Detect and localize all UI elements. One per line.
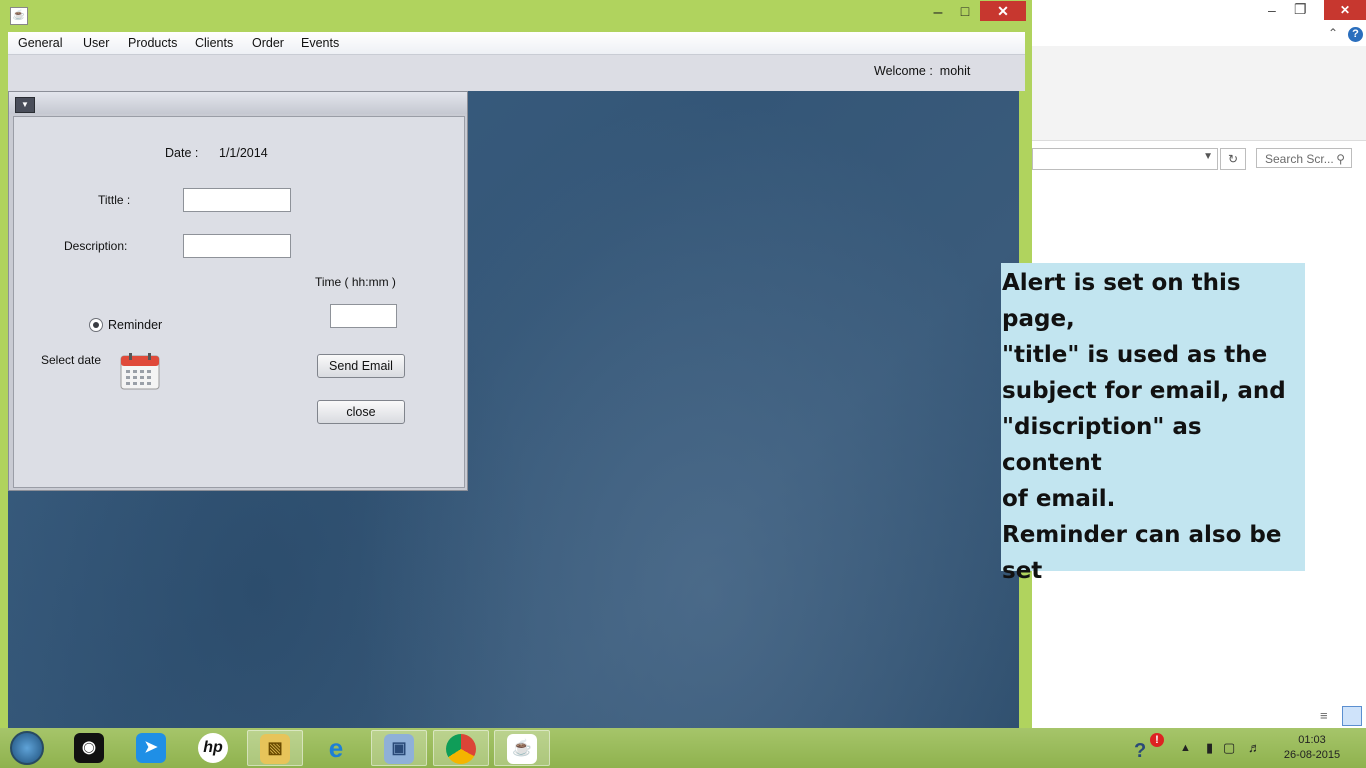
explorer-ribbon-tabs: ⌃ ? <box>1032 24 1366 47</box>
menu-products[interactable]: Products <box>128 36 177 50</box>
taskbar-virtualbox[interactable]: ▣ <box>371 730 427 766</box>
minimize-icon[interactable]: – <box>1268 2 1276 18</box>
reminder-label: Reminder <box>108 318 163 332</box>
action-center-icon[interactable]: ? <box>1134 740 1146 763</box>
event-internal-frame: ▼ Date : 1/1/2014 Tittle : Description: … <box>8 91 468 491</box>
close-button[interactable]: ✕ <box>980 1 1026 21</box>
chevron-up-icon[interactable]: ⌃ <box>1328 26 1338 40</box>
date-value: 1/1/2014 <box>219 146 268 160</box>
hp-icon: hp <box>198 733 228 763</box>
welcome-bar <box>8 55 1025 91</box>
minimize-button[interactable]: – <box>925 4 951 22</box>
title-input[interactable] <box>183 188 291 212</box>
java-icon: ☕ <box>10 7 28 25</box>
folder-icon: ▧ <box>260 734 290 764</box>
refresh-icon[interactable]: ↻ <box>1220 148 1246 170</box>
search-icon: ⚲ <box>1336 152 1345 166</box>
start-orb-icon <box>10 731 44 765</box>
explorer-titlebar: – ❐ ✕ <box>1032 0 1366 24</box>
network-icon[interactable]: ▢ <box>1223 740 1235 756</box>
maximize-button[interactable]: □ <box>952 3 978 21</box>
description-label: Description: <box>64 239 128 253</box>
taskbar-chrome[interactable] <box>433 730 489 766</box>
menu-bar: General User Products Clients Order Even… <box>8 32 1025 55</box>
time-input[interactable] <box>330 304 397 328</box>
taskbar-java[interactable]: ☕ <box>494 730 550 766</box>
username: mohit <box>939 64 971 78</box>
chrome-icon <box>446 734 476 764</box>
maximize-icon[interactable]: ❐ <box>1294 1 1307 18</box>
virtualbox-icon: ▣ <box>384 734 414 764</box>
menu-order[interactable]: Order <box>252 36 284 50</box>
volume-icon[interactable]: ♬ <box>1248 740 1261 755</box>
internet-explorer-icon: e <box>328 733 344 763</box>
taskbar-rocket-app[interactable]: ➤ <box>124 730 180 766</box>
send-email-button[interactable]: Send Email <box>317 354 405 378</box>
taskbar-webcam-app[interactable]: ◉ <box>62 730 118 766</box>
clock[interactable]: 01:03 26-08-2015 <box>1280 733 1344 763</box>
reminder-radio[interactable] <box>89 318 103 332</box>
description-input[interactable] <box>183 234 291 258</box>
menu-user[interactable]: User <box>83 36 109 50</box>
search-placeholder: Search Scr... <box>1265 152 1334 166</box>
close-icon[interactable]: ✕ <box>1324 0 1366 20</box>
internal-frame-header: ▼ <box>9 92 467 114</box>
taskbar-internet-explorer[interactable]: e <box>309 730 365 766</box>
battery-icon[interactable]: ▮ <box>1206 740 1213 756</box>
menu-events[interactable]: Events <box>301 36 339 50</box>
close-form-button[interactable]: close <box>317 400 405 424</box>
welcome-text: Welcome : mohit <box>874 64 970 78</box>
menu-clients[interactable]: Clients <box>195 36 233 50</box>
clock-time: 01:03 <box>1298 734 1326 746</box>
app-titlebar: ☕ – □ ✕ <box>0 0 1032 30</box>
webcam-icon: ◉ <box>74 733 104 763</box>
select-date-label: Select date <box>41 353 102 367</box>
time-label: Time ( hh:mm ) <box>315 275 396 289</box>
taskbar-hp-app[interactable]: hp <box>186 730 242 766</box>
calendar-icon[interactable] <box>120 352 160 390</box>
frame-menu-icon[interactable]: ▼ <box>15 97 35 113</box>
show-hidden-icons-icon[interactable]: ▲ <box>1180 742 1191 754</box>
alert-icon: ! <box>1150 733 1164 747</box>
search-input[interactable]: Search Scr... ⚲ <box>1256 148 1352 168</box>
large-icons-view-icon[interactable] <box>1342 706 1362 726</box>
title-label: Tittle : <box>98 193 131 207</box>
date-label: Date : <box>165 146 199 160</box>
explorer-ribbon <box>1032 46 1366 141</box>
details-view-icon[interactable]: ≡ <box>1320 708 1328 723</box>
taskbar-file-explorer[interactable]: ▧ <box>247 730 303 766</box>
menu-general[interactable]: General <box>18 36 62 50</box>
java-taskbar-icon: ☕ <box>507 734 537 764</box>
start-button[interactable] <box>0 730 56 766</box>
help-icon[interactable]: ? <box>1348 27 1363 42</box>
address-bar[interactable]: ▼ <box>1032 148 1218 170</box>
rocket-icon: ➤ <box>136 733 166 763</box>
clock-date: 26-08-2015 <box>1283 749 1341 761</box>
event-form: Date : 1/1/2014 Tittle : Description: Ti… <box>13 116 465 488</box>
chevron-down-icon[interactable]: ▼ <box>1203 151 1213 162</box>
welcome-label: Welcome : <box>874 64 933 78</box>
annotation-note: Alert is set on this page, "title" is us… <box>1001 263 1305 584</box>
